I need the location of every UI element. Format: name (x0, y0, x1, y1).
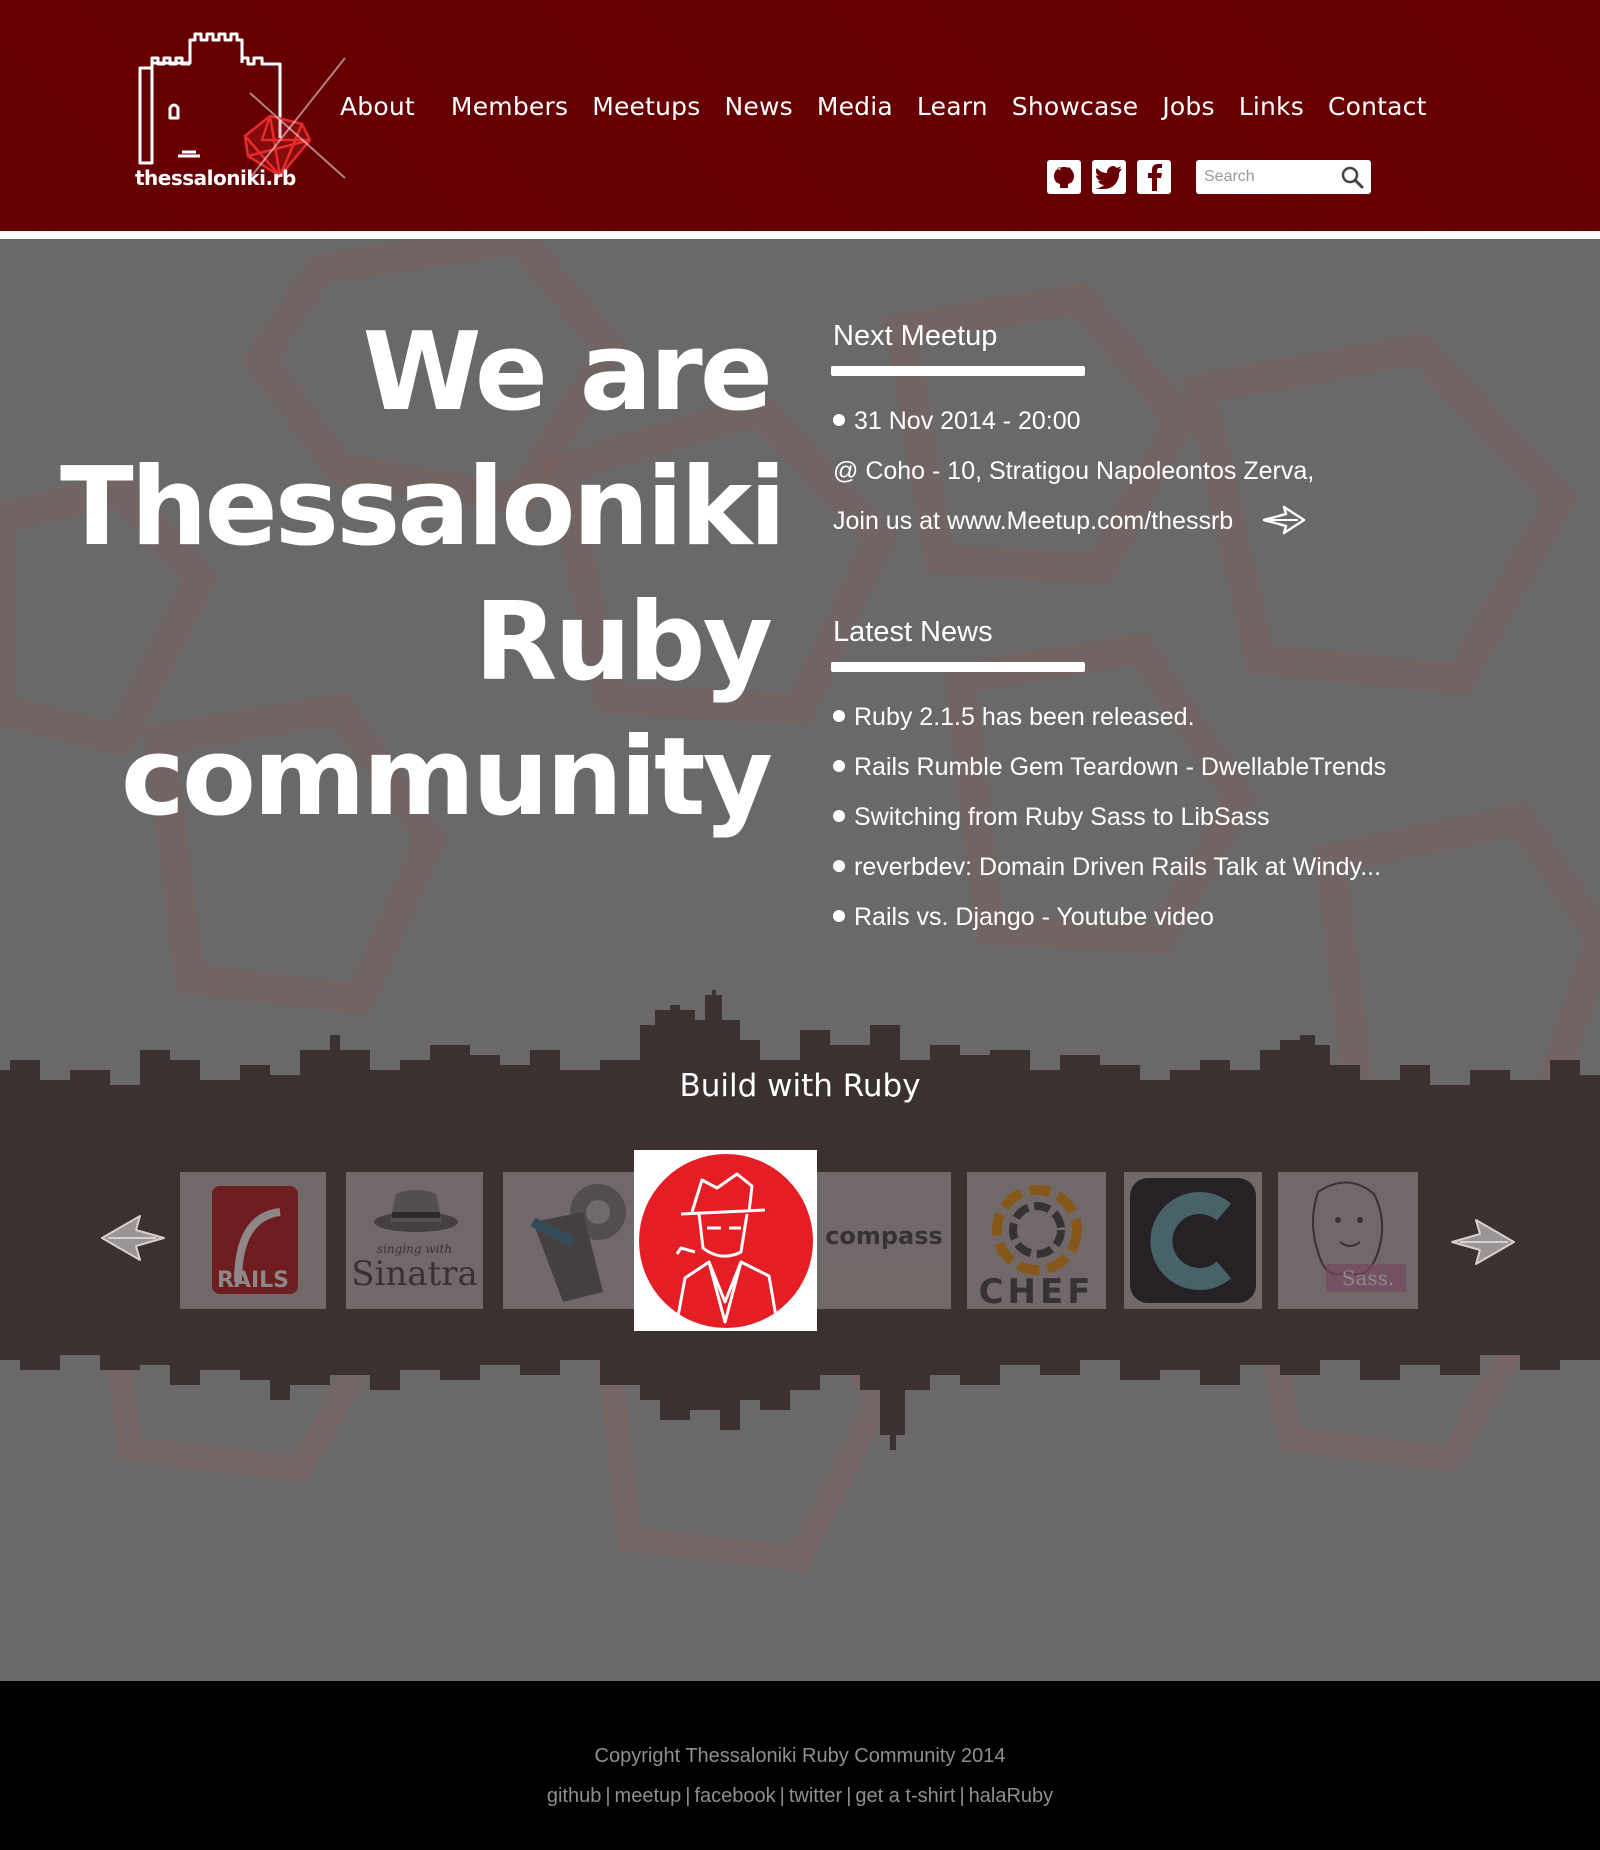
chef-label: CHEF (978, 1272, 1095, 1309)
showcase-tile-rails[interactable]: RAILS (180, 1172, 326, 1309)
showcase-tile-sinatra[interactable]: singing with Sinatra (346, 1172, 483, 1309)
news-item-link[interactable]: Ruby 2.1.5 has been released. (854, 703, 1195, 731)
footer-separator: | (779, 1785, 785, 1807)
bullet-dot (833, 760, 845, 773)
hero-heading: We are Thessaloniki Ruby community (60, 305, 786, 845)
footer-separator: | (846, 1785, 852, 1807)
hero-line: Thessaloniki (60, 445, 786, 570)
nav-members[interactable]: Members (451, 92, 568, 121)
meetup-join-text[interactable]: Join us at www.Meetup.com/thessrb (833, 507, 1233, 535)
showcase-tile-compass[interactable]: compass (817, 1172, 951, 1309)
news-item-link[interactable]: Switching from Ruby Sass to LibSass (854, 803, 1269, 831)
showcase-tile-chef[interactable]: CHEF (967, 1172, 1106, 1309)
footer-link-meetup[interactable]: meetup (615, 1785, 682, 1807)
twitter-icon[interactable] (1092, 160, 1126, 194)
facebook-icon[interactable] (1137, 160, 1171, 194)
compass-label: compass (825, 1222, 943, 1250)
footer-separator: | (685, 1785, 691, 1807)
github-icon[interactable] (1047, 160, 1081, 194)
news-item-link[interactable]: reverbdev: Domain Driven Rails Talk at W… (854, 853, 1381, 881)
hero-line: We are (362, 310, 773, 435)
news-item-link[interactable]: Rails vs. Django - Youtube video (854, 903, 1214, 931)
meetup-join-link[interactable]: Join us at www.Meetup.com/thessrb (833, 505, 1306, 537)
logo-text[interactable]: thessaloniki.rb (135, 166, 296, 190)
meetup-venue: @ Coho - 10, Stratigou Napoleontos Zerva… (833, 457, 1315, 485)
bullet-dot (833, 910, 845, 923)
nav-about[interactable]: About (340, 92, 415, 121)
next-meetup-underline (831, 366, 1085, 376)
nav-contact[interactable]: Contact (1328, 92, 1427, 121)
footer-separator: | (959, 1785, 965, 1807)
news-item[interactable]: reverbdev: Domain Driven Rails Talk at W… (833, 853, 1381, 882)
hero-line: Ruby (474, 580, 773, 705)
hero-line: community (120, 715, 773, 840)
next-meetup-heading: Next Meetup (833, 320, 998, 352)
news-item-link[interactable]: Rails Rumble Gem Teardown - DwellableTre… (854, 753, 1386, 781)
news-item[interactable]: Ruby 2.1.5 has been released. (833, 703, 1195, 732)
search-box (1196, 160, 1371, 194)
codeship-logo-icon (1130, 1178, 1256, 1303)
footer-link-tshirt[interactable]: get a t-shirt (855, 1785, 955, 1807)
search-input[interactable] (1204, 166, 1344, 188)
news-item[interactable]: Switching from Ruby Sass to LibSass (833, 803, 1269, 832)
carousel-next-icon[interactable] (1450, 1216, 1516, 1268)
news-item[interactable]: Rails vs. Django - Youtube video (833, 903, 1214, 932)
nav-showcase[interactable]: Showcase (1012, 92, 1139, 121)
latest-news-heading: Latest News (833, 616, 993, 648)
bullet-dot (833, 810, 845, 823)
nav-links[interactable]: Links (1239, 92, 1304, 121)
tape-dispenser-icon (530, 1184, 626, 1302)
bullet-dot (833, 860, 845, 873)
rails-tile-label: RAILS (216, 1268, 289, 1293)
main-nav: About Members Meetups News Media Learn S… (340, 92, 1451, 121)
sass-label: Sass. (1341, 1266, 1395, 1290)
nav-meetups[interactable]: Meetups (592, 92, 700, 121)
header-divider (0, 231, 1600, 239)
bullet-dot (833, 414, 845, 427)
nav-news[interactable]: News (724, 92, 792, 121)
showcase-tile-sass[interactable]: Sass. (1278, 1172, 1418, 1309)
footer-link-twitter[interactable]: twitter (789, 1785, 842, 1807)
showcase-tile-codeship[interactable] (1124, 1172, 1262, 1309)
nav-learn[interactable]: Learn (917, 92, 988, 121)
meetup-date-text: 31 Nov 2014 - 20:00 (854, 407, 1081, 435)
footer-link-halaruby[interactable]: halaRuby (969, 1785, 1054, 1807)
meetup-date: 31 Nov 2014 - 20:00 (833, 407, 1081, 436)
news-item[interactable]: Rails Rumble Gem Teardown - DwellableTre… (833, 753, 1386, 782)
copyright-text: Copyright Thessaloniki Ruby Community 20… (594, 1745, 1006, 1767)
arrow-right-icon[interactable] (1262, 505, 1306, 535)
footer-links: github | meetup | facebook | twitter | get a t-s… (0, 1785, 1600, 1808)
nav-jobs[interactable]: Jobs (1162, 92, 1214, 121)
bullet-dot (833, 710, 845, 723)
showcase-tile-active[interactable] (634, 1150, 817, 1331)
footer-link-facebook[interactable]: facebook (694, 1785, 775, 1807)
nav-media[interactable]: Media (817, 92, 893, 121)
search-icon[interactable] (1339, 164, 1365, 190)
footer-link-github[interactable]: github (547, 1785, 602, 1807)
footer-separator: | (605, 1785, 611, 1807)
latest-news-underline (831, 662, 1085, 672)
carousel-prev-icon[interactable] (100, 1212, 166, 1264)
gangster-logo-icon (638, 1153, 813, 1328)
showcase-tile-tape[interactable] (503, 1172, 643, 1309)
sinatra-label: Sinatra (351, 1254, 478, 1294)
build-with-ruby-heading: Build with Ruby (679, 1068, 921, 1104)
